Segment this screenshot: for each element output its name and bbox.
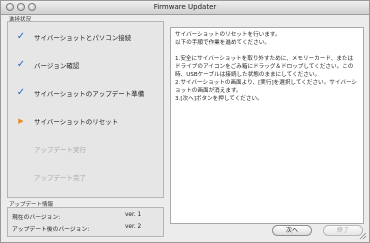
new-version-value: ver. 2	[125, 224, 142, 230]
message-instructions: 1.安全にサイバーショットを取り外すために、メモリーカード、またはドライブのアイ…	[175, 56, 357, 102]
step-update-run: アップデート実行	[16, 144, 86, 154]
step-label: サイバーショットのリセット	[34, 118, 119, 126]
step-reset: ▶ サイバーショットのリセット	[16, 116, 118, 126]
current-version-row: 現在のバージョン: ver. 1	[12, 212, 141, 221]
new-version-row: アップデート後のバージョン: ver. 2	[12, 224, 141, 233]
step-version-check: ✓ バージョン確認	[16, 59, 80, 71]
step-update-complete: アップデート完了	[16, 172, 86, 182]
message-intro: サイバーショットのリセットを行います。 以下の手順で作業を進めてください。	[175, 32, 281, 46]
arrow-right-icon: ▶	[18, 117, 24, 125]
update-info-panel: 現在のバージョン: ver. 1 アップデート後のバージョン: ver. 2	[7, 207, 164, 237]
checkmark-icon: ✓	[16, 87, 26, 98]
new-version-label: アップデート後のバージョン:	[12, 227, 90, 233]
resize-grip-icon[interactable]	[359, 232, 367, 240]
step-update-prepare: ✓ サイバーショットのアップデート準備	[16, 87, 145, 99]
current-version-label: 現在のバージョン:	[12, 215, 61, 221]
steps-panel: ✓ サイバーショットとパソコン接続 ✓ バージョン確認 ✓ サイバーショットのア…	[7, 21, 164, 198]
step-label: バージョン確認	[34, 62, 80, 70]
checkmark-icon: ✓	[16, 31, 26, 42]
step-label: アップデート実行	[34, 146, 86, 154]
step-label: サイバーショットとパソコン接続	[34, 34, 132, 42]
finish-button[interactable]: 終了	[323, 225, 363, 236]
step-label: サイバーショットのアップデート準備	[34, 90, 145, 98]
current-version-value: ver. 1	[125, 212, 142, 218]
message-panel: サイバーショットのリセットを行います。 以下の手順で作業を進めてください。 1.…	[170, 27, 364, 224]
checkmark-icon: ✓	[16, 59, 26, 70]
title-bar: Firmware Updater	[1, 1, 369, 15]
step-connect: ✓ サイバーショットとパソコン接続	[16, 31, 132, 43]
firmware-updater-window: Firmware Updater 進捗状況 ✓ サイバーショットとパソコン接続 …	[0, 0, 370, 243]
step-label: アップデート完了	[34, 174, 86, 182]
next-button[interactable]: 次へ	[272, 225, 312, 236]
window-title: Firmware Updater	[153, 3, 217, 11]
